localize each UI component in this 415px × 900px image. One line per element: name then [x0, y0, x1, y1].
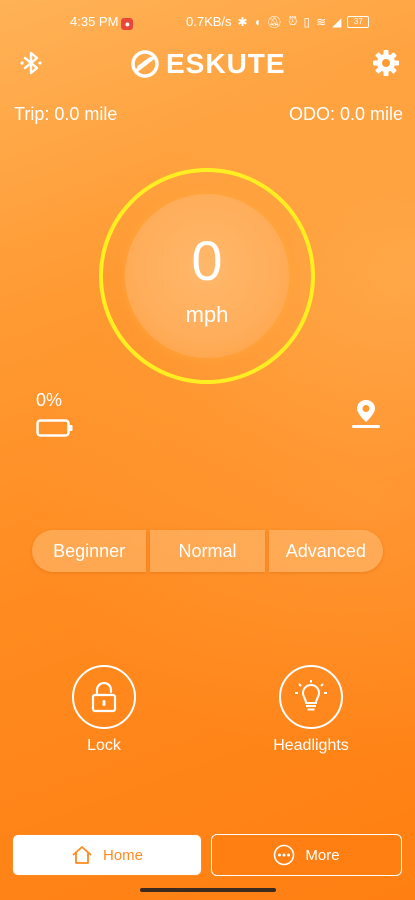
brand-logo: ESKUTE	[130, 48, 286, 80]
speed-unit: mph	[185, 302, 229, 327]
alarm-icon: ⏰︎	[288, 14, 298, 28]
record-status-icon: ◖	[253, 14, 261, 29]
lock-control[interactable]: Lock	[44, 665, 164, 755]
logo-mark-icon	[131, 50, 159, 78]
padlock-icon	[91, 681, 117, 713]
headlights-button[interactable]	[279, 665, 343, 729]
battery-percent: 0%	[36, 390, 63, 410]
speedometer-dial: 0 mph	[125, 194, 289, 358]
home-tab[interactable]: Home	[12, 834, 202, 876]
status-indicators: 0.7KB/s ✱ ◖ 🔕︎ ⏰︎ ▯ ≋ ◢ 37	[186, 14, 370, 29]
odometer: ODO: 0.0 mile	[288, 104, 403, 124]
more-dots-icon	[274, 844, 295, 866]
mute-icon: 🔕︎	[266, 14, 283, 29]
bluetooth-status-icon: ✱	[237, 14, 248, 29]
lock-button[interactable]	[72, 665, 136, 729]
gear-icon[interactable]	[371, 48, 401, 78]
wifi-icon: ≋	[316, 14, 327, 29]
ride-mode-selector: Beginner Normal Advanced	[32, 530, 383, 572]
notification-icon: ●	[121, 18, 134, 30]
headlights-control[interactable]: Headlights	[251, 665, 371, 755]
status-time: 4:35 PM ●	[70, 14, 134, 30]
more-tab-label: More	[305, 846, 340, 864]
bluetooth-icon[interactable]	[18, 50, 44, 76]
lock-label: Lock	[87, 737, 121, 754]
mode-beginner-button[interactable]: Beginner	[32, 530, 147, 572]
mode-normal-button[interactable]: Normal	[150, 530, 265, 572]
speed-value: 0	[191, 229, 223, 292]
more-tab[interactable]: More	[211, 834, 402, 876]
brand-name: ESKUTE	[166, 48, 286, 79]
status-battery-icon: 37	[347, 15, 370, 28]
vibrate-icon: ▯	[303, 14, 311, 29]
gesture-bar[interactable]	[140, 888, 276, 892]
home-icon	[72, 846, 92, 864]
home-tab-label: Home	[102, 846, 143, 864]
mode-advanced-button[interactable]: Advanced	[268, 530, 383, 572]
location-pin-icon[interactable]	[348, 396, 384, 432]
lightbulb-icon	[295, 680, 327, 711]
speedometer: 0 mph	[99, 168, 315, 384]
status-bar: 4:35 PM ● 0.7KB/s ✱ ◖ 🔕︎ ⏰︎ ▯ ≋ ◢ 37	[0, 0, 415, 42]
battery-icon	[36, 419, 73, 437]
trip-distance: Trip: 0.0 mile	[14, 104, 118, 124]
headlights-label: Headlights	[273, 737, 349, 754]
net-speed: 0.7KB/s	[186, 14, 232, 29]
signal-icon: ◢	[332, 14, 342, 29]
